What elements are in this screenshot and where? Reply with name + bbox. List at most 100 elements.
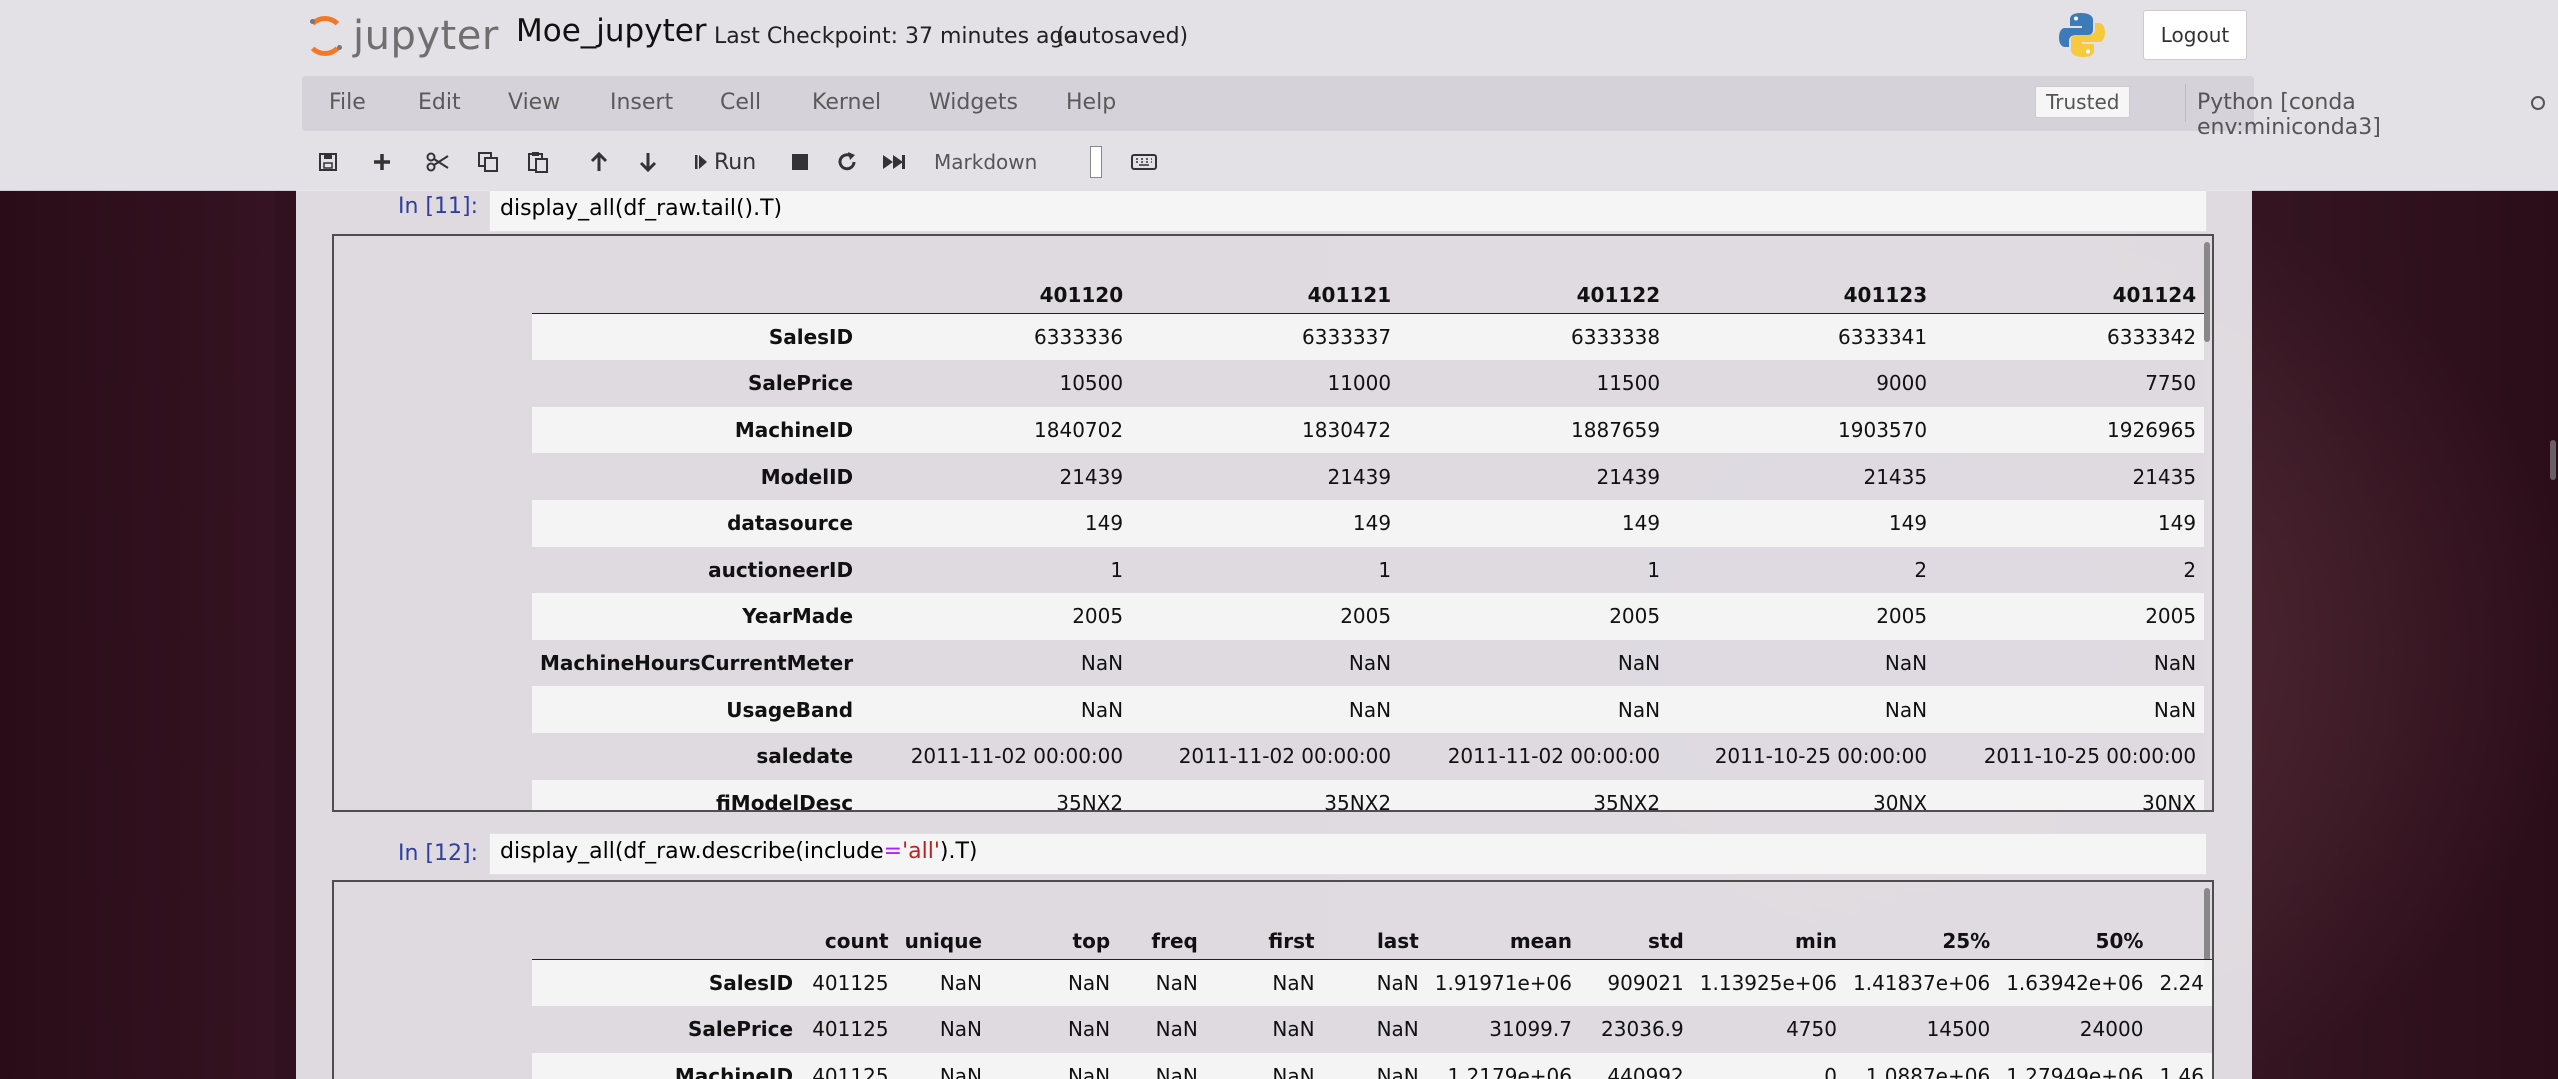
table-cell: 401125 <box>812 1017 889 1042</box>
table-cell: NaN <box>1617 651 1661 676</box>
command-palette-button[interactable] <box>1128 146 1160 178</box>
row-label: datasource <box>727 511 854 536</box>
keyboard-icon <box>1131 154 1157 170</box>
menu-file[interactable]: File <box>329 90 366 115</box>
menu-help[interactable]: Help <box>1066 90 1116 115</box>
paste-button[interactable] <box>524 146 552 178</box>
notebook-container: In [11]: display_all(df_raw.tail().T) 40… <box>296 190 2252 1079</box>
table-cell: NaN <box>1348 651 1392 676</box>
row-label: auctioneerID <box>708 557 854 582</box>
menu-insert[interactable]: Insert <box>610 90 673 115</box>
table-cell: 31099.7 <box>1489 1017 1572 1042</box>
table-cell: NaN <box>1272 1064 1315 1079</box>
column-header: unique <box>896 906 991 960</box>
column-header: 401121 <box>1131 260 1400 314</box>
kernel-name[interactable]: Python [conda env:miniconda3] <box>2197 90 2381 140</box>
menu-cell[interactable]: Cell <box>720 90 761 115</box>
table-cell: 9000 <box>1876 371 1928 396</box>
menu-widgets[interactable]: Widgets <box>929 90 1018 115</box>
table-cell: 1.63942e+06 <box>2006 970 2144 995</box>
table-cell: 1 <box>1110 557 1124 582</box>
table-cell: NaN <box>1080 651 1124 676</box>
table-cell: NaN <box>1067 1064 1111 1079</box>
notebook-name[interactable]: Moe_jupyter <box>516 13 707 49</box>
column-header: count <box>801 906 897 960</box>
table-cell: 1.2179e+06 <box>1447 1064 1572 1079</box>
table-row: ModelID 21439 21439 21439 21435 21435 <box>532 453 2205 500</box>
table-cell: NaN <box>1155 970 1198 995</box>
jupyter-logo[interactable]: jupyter <box>305 8 499 64</box>
table-cell <box>2151 1006 2212 1053</box>
table-row: saledate 2011-11-02 00:00:00 2011-11-02 00… <box>532 732 2205 780</box>
table-cell: 1887659 <box>1571 418 1661 443</box>
table-cell: 21439 <box>1327 464 1392 489</box>
column-header: 401124 <box>1935 260 2205 314</box>
table-cell: 35NX2 <box>1056 790 1124 812</box>
output-area: 401120 401121 401122 401123 401124 SalesID 63… <box>332 234 2214 812</box>
fast-forward-icon <box>883 155 905 169</box>
table-row: YearMade 2005 2005 2005 2005 2005 <box>532 593 2205 640</box>
table-cell: 0 <box>1824 1064 1837 1079</box>
table-cell: 909021 <box>1607 970 1684 995</box>
table-cell: 149 <box>1888 511 1928 536</box>
table-cell: 30NX <box>2141 790 2197 812</box>
cell-prompt: In [11]: <box>398 194 478 219</box>
run-button[interactable]: Run <box>694 146 774 178</box>
cell-type-select[interactable]: Markdown <box>924 144 1104 180</box>
move-down-button[interactable] <box>634 146 662 178</box>
column-header: 401123 <box>1668 260 1936 314</box>
restart-button[interactable] <box>833 146 861 178</box>
move-up-button[interactable] <box>585 146 613 178</box>
table-cell: 2 <box>1914 557 1928 582</box>
table-cell: NaN <box>1376 1064 1419 1079</box>
table-cell: 7750 <box>2145 371 2197 396</box>
jupyter-logo-text: jupyter <box>353 13 499 59</box>
menu-kernel[interactable]: Kernel <box>812 90 881 115</box>
table-cell: 21439 <box>1596 464 1661 489</box>
table-cell: 6333338 <box>1571 324 1661 349</box>
chevron-down-icon[interactable] <box>1090 146 1102 178</box>
table-cell: 6333336 <box>1034 324 1124 349</box>
menu-view[interactable]: View <box>508 90 560 115</box>
table-cell: NaN <box>1080 697 1124 722</box>
column-header: last <box>1322 906 1427 960</box>
table-row: SalesID 6333336 6333337 6333338 6333341 63333… <box>532 313 2205 361</box>
menu-edit[interactable]: Edit <box>418 90 461 115</box>
interrupt-button[interactable] <box>786 146 814 178</box>
output-scrollbar[interactable] <box>2204 242 2210 342</box>
column-header: std <box>1579 906 1692 960</box>
table-cell: NaN <box>1067 1017 1111 1042</box>
code-cell-input[interactable]: display_all(df_raw.describe(include='all… <box>489 833 2207 875</box>
table-cell: 10500 <box>1059 371 1124 396</box>
save-button[interactable] <box>314 146 342 178</box>
table-cell: NaN <box>939 970 983 995</box>
trusted-indicator[interactable]: Trusted <box>2035 86 2131 118</box>
column-header <box>2151 906 2212 960</box>
table-cell: 6333341 <box>1838 324 1928 349</box>
restart-icon <box>838 152 856 171</box>
table-cell: 1926965 <box>2107 418 2197 443</box>
table-cell: 149 <box>2157 511 2197 536</box>
toolbar: Run Markdown <box>302 140 2254 184</box>
logout-button[interactable]: Logout <box>2143 10 2247 60</box>
table-cell: 2 <box>2183 557 2197 582</box>
row-label: SalesID <box>768 324 854 349</box>
table-cell: 2005 <box>2145 604 2197 629</box>
output-area: count unique top freq first last mean std min 25%… <box>332 880 2214 1079</box>
cut-button[interactable] <box>424 146 452 178</box>
copy-button[interactable] <box>474 146 502 178</box>
table-row: MachineHoursCurrentMeter NaN NaN NaN NaN NaN <box>532 639 2205 687</box>
table-cell: 149 <box>1084 511 1124 536</box>
table-cell: 21439 <box>1059 464 1124 489</box>
table-cell: 149 <box>1352 511 1392 536</box>
restart-run-all-button[interactable] <box>879 146 909 178</box>
code-cell-input[interactable]: display_all(df_raw.tail().T) <box>489 190 2207 232</box>
column-header: min <box>1691 906 1845 960</box>
table-cell: 2005 <box>1876 604 1928 629</box>
code-string: 'all' <box>902 839 940 864</box>
insert-cell-button[interactable] <box>368 146 396 178</box>
dataframe-table: 401120 401121 401122 401123 401124 SalesID 63… <box>532 260 2205 812</box>
arrow-down-icon <box>639 153 657 173</box>
page-scrollbar[interactable] <box>2550 440 2556 480</box>
index-header <box>532 906 802 960</box>
